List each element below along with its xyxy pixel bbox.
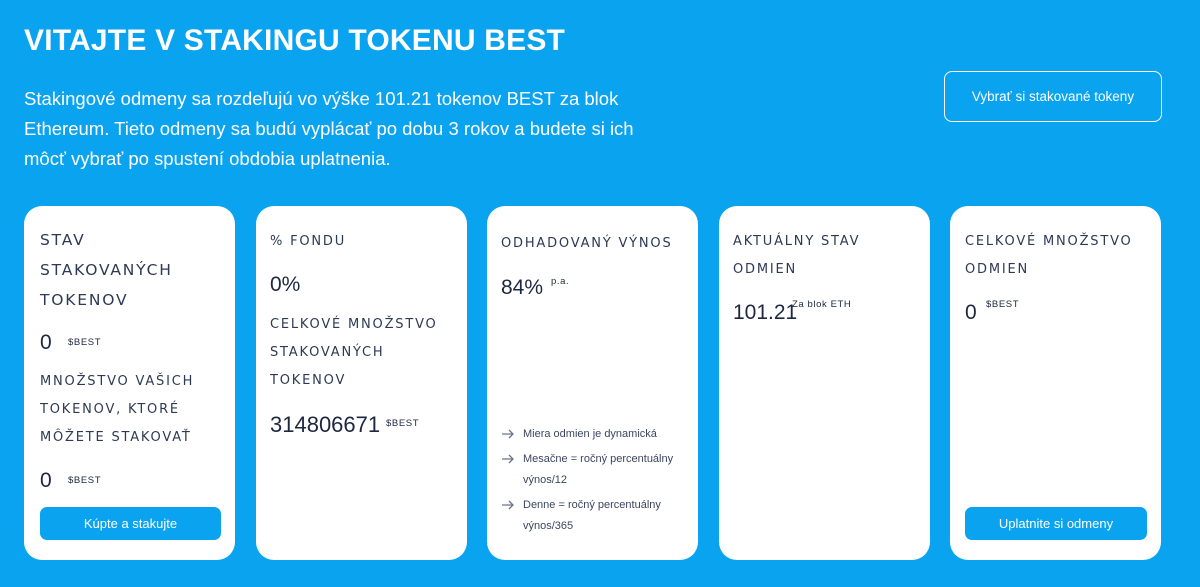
available-tokens-unit: $BEST bbox=[68, 475, 102, 486]
staked-tokens-label: STAV STAKOVANÝCH TOKENOV bbox=[40, 231, 173, 309]
total-rewards-unit: $BEST bbox=[986, 299, 1020, 310]
available-tokens-value: 0 bbox=[40, 469, 52, 492]
page-title: VITAJTE V STAKINGU TOKENU BEST bbox=[24, 24, 566, 57]
yield-note: Miera odmien je dynamická bbox=[501, 424, 691, 445]
buy-and-stake-button[interactable]: Kúpte a stakujte bbox=[40, 507, 221, 540]
arrow-right-icon bbox=[502, 500, 514, 510]
current-rewards-card: AKTUÁLNY STAV ODMIEN 101.21 Za blok ETH bbox=[719, 206, 930, 560]
arrow-right-icon bbox=[502, 454, 514, 464]
fund-share-card: % FONDU 0% CELKOVÉ MNOŽSTVO STAKOVANÝCH … bbox=[256, 206, 467, 560]
estimated-yield-value: 84% bbox=[501, 276, 544, 299]
staking-page: VITAJTE V STAKINGU TOKENU BEST Stakingov… bbox=[0, 0, 1200, 587]
total-rewards-card: CELKOVÉ MNOŽSTVO ODMIEN 0 $BEST Uplatnit… bbox=[950, 206, 1161, 560]
yield-note: Denne = ročný percentuálny výnos/365 bbox=[501, 495, 691, 537]
intro-text: Stakingové odmeny sa rozdeľujú vo výške … bbox=[24, 88, 634, 169]
arrow-right-icon bbox=[502, 429, 514, 439]
estimated-yield-label: ODHADOVANÝ VÝNOS bbox=[501, 236, 673, 251]
yield-notes: Miera odmien je dynamická Mesačne = ročn… bbox=[501, 424, 691, 541]
yield-note-text: Mesačne = ročný percentuálny výnos/12 bbox=[523, 453, 674, 486]
estimated-yield-unit: p.a. bbox=[551, 276, 570, 287]
estimated-yield-card: ODHADOVANÝ VÝNOS 84% p.a. Miera odmien j… bbox=[487, 206, 698, 560]
fund-share-label: % FONDU bbox=[270, 234, 347, 249]
staked-tokens-card: STAV STAKOVANÝCH TOKENOV 0 $BEST MNOŽSTV… bbox=[24, 206, 235, 560]
total-rewards-label: CELKOVÉ MNOŽSTVO ODMIEN bbox=[965, 234, 1133, 277]
current-rewards-label: AKTUÁLNY STAV ODMIEN bbox=[733, 234, 861, 277]
total-staked-label: CELKOVÉ MNOŽSTVO STAKOVANÝCH TOKENOV bbox=[270, 317, 438, 388]
yield-note: Mesačne = ročný percentuálny výnos/12 bbox=[501, 449, 691, 491]
total-staked-unit: $BEST bbox=[386, 418, 420, 429]
available-tokens-label: MNOŽSTVO VAŠICH TOKENOV, KTORÉ MÔŽETE ST… bbox=[40, 374, 195, 445]
yield-note-text: Denne = ročný percentuálny výnos/365 bbox=[523, 499, 661, 532]
total-rewards-value: 0 bbox=[965, 301, 977, 324]
withdraw-staked-tokens-button[interactable]: Vybrať si stakované tokeny bbox=[944, 71, 1162, 122]
staked-tokens-value: 0 bbox=[40, 331, 52, 354]
yield-note-text: Miera odmien je dynamická bbox=[523, 428, 657, 440]
total-staked-value: 314806671 bbox=[270, 412, 381, 437]
claim-rewards-button[interactable]: Uplatnite si odmeny bbox=[965, 507, 1147, 540]
current-rewards-value: 101.21 bbox=[733, 301, 798, 324]
fund-share-value: 0% bbox=[270, 273, 301, 296]
staked-tokens-unit: $BEST bbox=[68, 337, 102, 348]
current-rewards-unit: Za blok ETH bbox=[792, 299, 852, 310]
